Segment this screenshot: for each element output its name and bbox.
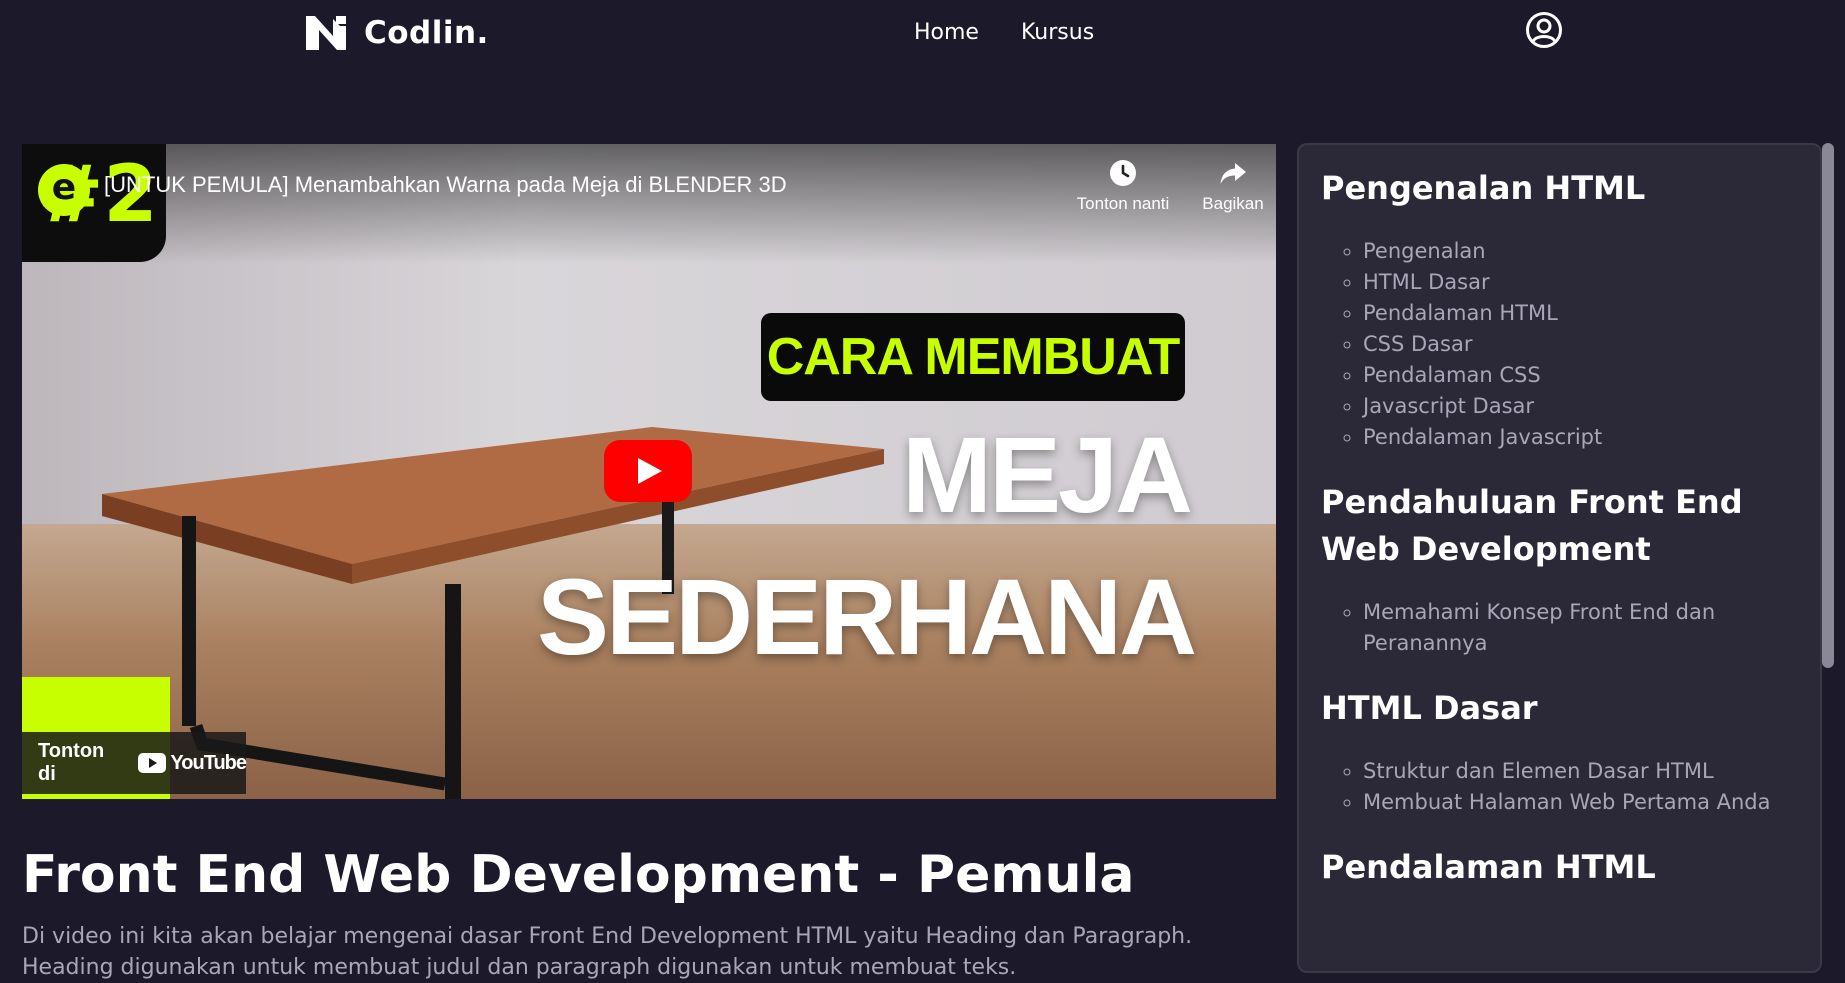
sidebar-lesson-list: PengenalanHTML DasarPendalaman HTMLCSS D… (1321, 236, 1796, 453)
share-arrow-icon (1220, 163, 1246, 184)
navbar: Codlin. Home Kursus (0, 0, 1845, 72)
sidebar-lesson-link[interactable]: HTML Dasar (1363, 267, 1796, 298)
sidebar-lesson-link[interactable]: CSS Dasar (1363, 329, 1796, 360)
nav-link-home[interactable]: Home (914, 20, 979, 45)
channel-badge[interactable]: #2 e (22, 144, 166, 262)
sidebar-content: Pengenalan HTMLPengenalanHTML DasarPenda… (1299, 145, 1820, 891)
thumbnail-label: CARA MEMBUAT (766, 328, 1181, 386)
clock-icon (1110, 160, 1136, 186)
sidebar-lesson-link[interactable]: Struktur dan Elemen Dasar HTML (1363, 756, 1796, 787)
sidebar-lesson-link[interactable]: Pendalaman HTML (1363, 298, 1796, 329)
watch-on-label: Tonton di (38, 740, 105, 785)
thumbnail-word-meja: MEJA (902, 414, 1193, 535)
nav-link-kursus[interactable]: Kursus (1021, 20, 1094, 45)
codlin-logo-icon (306, 16, 346, 50)
sidebar-lesson-link[interactable]: Pendalaman CSS (1363, 360, 1796, 391)
brand-logo[interactable]: Codlin. (306, 15, 489, 51)
sidebar-section-title: HTML Dasar (1321, 689, 1538, 727)
sidebar-section-title: Pengenalan HTML (1321, 169, 1646, 207)
sidebar-section-title: Pendahuluan Front End Web Development (1321, 483, 1743, 568)
watch-later-label: Tonton nanti (1076, 194, 1170, 213)
user-account-icon[interactable] (1525, 11, 1563, 49)
youtube-label: YouTube (170, 751, 247, 774)
share-button[interactable]: Bagikan (1178, 158, 1276, 214)
sidebar-lesson-link[interactable]: Pengenalan (1363, 236, 1796, 267)
youtube-logo: YouTube (138, 751, 247, 775)
watch-on-youtube-button[interactable]: Tonton di YouTube (22, 732, 247, 794)
brand-name: Codlin. (364, 15, 489, 51)
course-description: Di video ini kita akan belajar mengenai … (22, 924, 1193, 980)
channel-avatar-icon: e (38, 164, 90, 216)
course-sidebar: Pengenalan HTMLPengenalanHTML DasarPenda… (1297, 143, 1822, 973)
course-title: Front End Web Development - Pemula (22, 845, 1135, 905)
watch-later-button[interactable]: Tonton nanti (1068, 158, 1178, 214)
thumbnail-label-box: CARA MEMBUAT (761, 313, 1185, 401)
sidebar-lesson-list: Struktur dan Elemen Dasar HTMLMembuat Ha… (1321, 756, 1796, 818)
play-button-icon[interactable] (604, 440, 692, 502)
sidebar-lesson-link[interactable]: Memahami Konsep Front End dan Peranannya (1363, 597, 1796, 659)
sidebar-lesson-link[interactable]: Membuat Halaman Web Pertama Anda (1363, 787, 1796, 818)
scrollbar-thumb[interactable] (1822, 143, 1834, 668)
youtube-logo-icon (138, 753, 167, 773)
sidebar-scrollbar[interactable] (1822, 143, 1836, 668)
sidebar-section-title: Pendalaman HTML (1321, 848, 1656, 886)
video-player[interactable]: #2 e [UNTUK PEMULA] Menambahkan Warna pa… (22, 144, 1276, 799)
nav-links: Home Kursus (914, 20, 1094, 45)
sidebar-lesson-link[interactable]: Javascript Dasar (1363, 391, 1796, 422)
video-title[interactable]: [UNTUK PEMULA] Menambahkan Warna pada Me… (104, 172, 787, 198)
sidebar-lesson-link[interactable]: Pendalaman Javascript (1363, 422, 1796, 453)
sidebar-lesson-list: Memahami Konsep Front End dan Peranannya (1321, 597, 1796, 659)
thumbnail-word-sederhana: SEDERHANA (537, 556, 1197, 677)
share-label: Bagikan (1202, 194, 1264, 213)
